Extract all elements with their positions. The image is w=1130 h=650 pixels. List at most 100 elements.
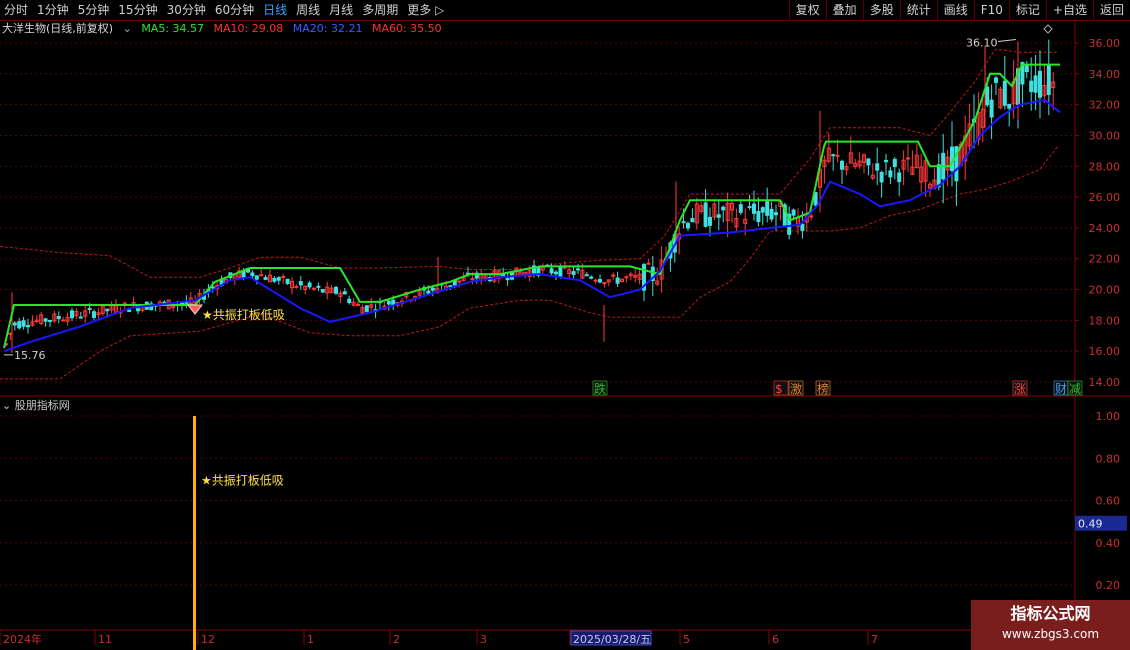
- candle-body: [334, 286, 338, 294]
- candle-body: [866, 158, 871, 166]
- candle-body: [298, 281, 303, 286]
- price-tick-label: 32.00: [1089, 99, 1121, 112]
- candle-body: [584, 274, 589, 277]
- candle-body: [263, 276, 268, 280]
- candle-body: [888, 170, 893, 178]
- price-tick-label: 18.00: [1089, 314, 1121, 327]
- candle-body: [307, 282, 312, 288]
- watermark-url: www.zbgs3.com: [1001, 627, 1100, 641]
- candle-body: [800, 223, 805, 231]
- candle-body: [316, 285, 321, 288]
- current-value: 0.49: [1078, 518, 1103, 531]
- sub-tick-label: 0.20: [1096, 579, 1121, 592]
- price-tick-label: 14.00: [1089, 376, 1121, 389]
- upper-band: [0, 48, 1058, 278]
- price-tick-label: 20.00: [1089, 284, 1121, 297]
- signal-diamond-icon: [186, 304, 204, 315]
- date-label: 3: [480, 633, 487, 646]
- candle-body: [105, 308, 110, 312]
- price-tick-label: 16.00: [1089, 345, 1121, 358]
- date-label: 2025/03/28/五: [573, 633, 651, 646]
- date-label: 7: [871, 633, 878, 646]
- candle-body: [809, 215, 814, 218]
- date-label: 2024年: [3, 632, 42, 646]
- event-tag: 减: [1069, 382, 1081, 396]
- price-tick-label: 26.00: [1089, 191, 1121, 204]
- candle-body: [791, 209, 796, 216]
- candle-body: [43, 318, 48, 322]
- candle-body: [1029, 80, 1034, 93]
- candle-body: [1033, 75, 1038, 93]
- candle-body: [703, 202, 708, 227]
- candle-body: [576, 268, 580, 271]
- high-arrow: [997, 38, 1017, 42]
- candle-body: [738, 204, 743, 213]
- candle-body: [312, 287, 316, 290]
- date-label: 5: [683, 633, 690, 646]
- candle-body: [602, 282, 607, 285]
- candle-body: [48, 319, 52, 322]
- candle-body: [1024, 64, 1029, 72]
- sub-tick-label: 1.00: [1096, 410, 1121, 423]
- candle-body: [690, 217, 695, 223]
- price-tick-label: 36.00: [1089, 37, 1121, 50]
- candle-body: [708, 216, 712, 226]
- ma20-line: [3, 99, 1061, 353]
- candle-body: [716, 214, 721, 218]
- price-tick-label: 30.00: [1089, 129, 1121, 142]
- candle-body: [681, 221, 686, 224]
- candle-body: [558, 265, 563, 278]
- candle-body: [250, 272, 255, 276]
- low-price-label: 15.76: [14, 349, 46, 362]
- candle-body: [549, 268, 554, 274]
- candle-body: [985, 86, 990, 106]
- candle-body: [21, 320, 26, 327]
- candle-body: [320, 289, 325, 293]
- candle-body: [615, 277, 620, 284]
- candle-body: [589, 276, 594, 279]
- candle-body: [505, 277, 510, 281]
- date-label: 11: [98, 633, 112, 646]
- candle-body: [646, 262, 651, 265]
- price-tick-label: 28.00: [1089, 160, 1121, 173]
- signal-label-main: ★共振打板低吸: [202, 308, 285, 322]
- candle-body: [752, 203, 756, 214]
- candle-body: [426, 290, 431, 294]
- date-label: 1: [307, 633, 314, 646]
- candle-body: [78, 316, 83, 319]
- candle-body: [721, 206, 726, 211]
- date-label: 2: [393, 633, 400, 646]
- event-tag: 财: [1055, 382, 1067, 396]
- price-tick-label: 34.00: [1089, 68, 1121, 81]
- candle-body: [342, 291, 347, 295]
- candle-body: [281, 276, 286, 279]
- candle-body: [12, 322, 17, 326]
- candle-body: [884, 159, 888, 163]
- candle-body: [17, 321, 22, 329]
- candle-body: [892, 158, 897, 168]
- candle-body: [61, 319, 66, 322]
- candle-body: [875, 163, 880, 171]
- ma5-line: [3, 63, 1060, 349]
- candle-body: [56, 315, 61, 320]
- watermark-title: 指标公式网: [1010, 604, 1091, 623]
- candle-body: [8, 332, 13, 335]
- candle-body: [593, 279, 598, 282]
- candle-body: [127, 309, 132, 312]
- candle-body: [897, 172, 902, 183]
- candle-body: [26, 324, 30, 328]
- candle-body: [386, 300, 391, 305]
- candle-body: [747, 206, 752, 209]
- candle-body: [254, 275, 259, 280]
- candle-body: [994, 77, 998, 83]
- event-tag: $: [775, 382, 783, 396]
- candle-body: [598, 278, 602, 283]
- candle-body: [347, 298, 352, 304]
- high-price-label: 36.10: [966, 36, 998, 49]
- candle-body: [769, 208, 774, 220]
- settings-diamond-icon: [1043, 24, 1053, 34]
- candle-body: [364, 305, 369, 312]
- candle-body: [774, 212, 778, 216]
- kline-chart[interactable]: 36.00 34.00 32.00 30.00 28.00 26.00 24.00 22.00…: [0, 0, 1130, 650]
- signal-label-sub: ★共振打板低吸: [201, 473, 284, 487]
